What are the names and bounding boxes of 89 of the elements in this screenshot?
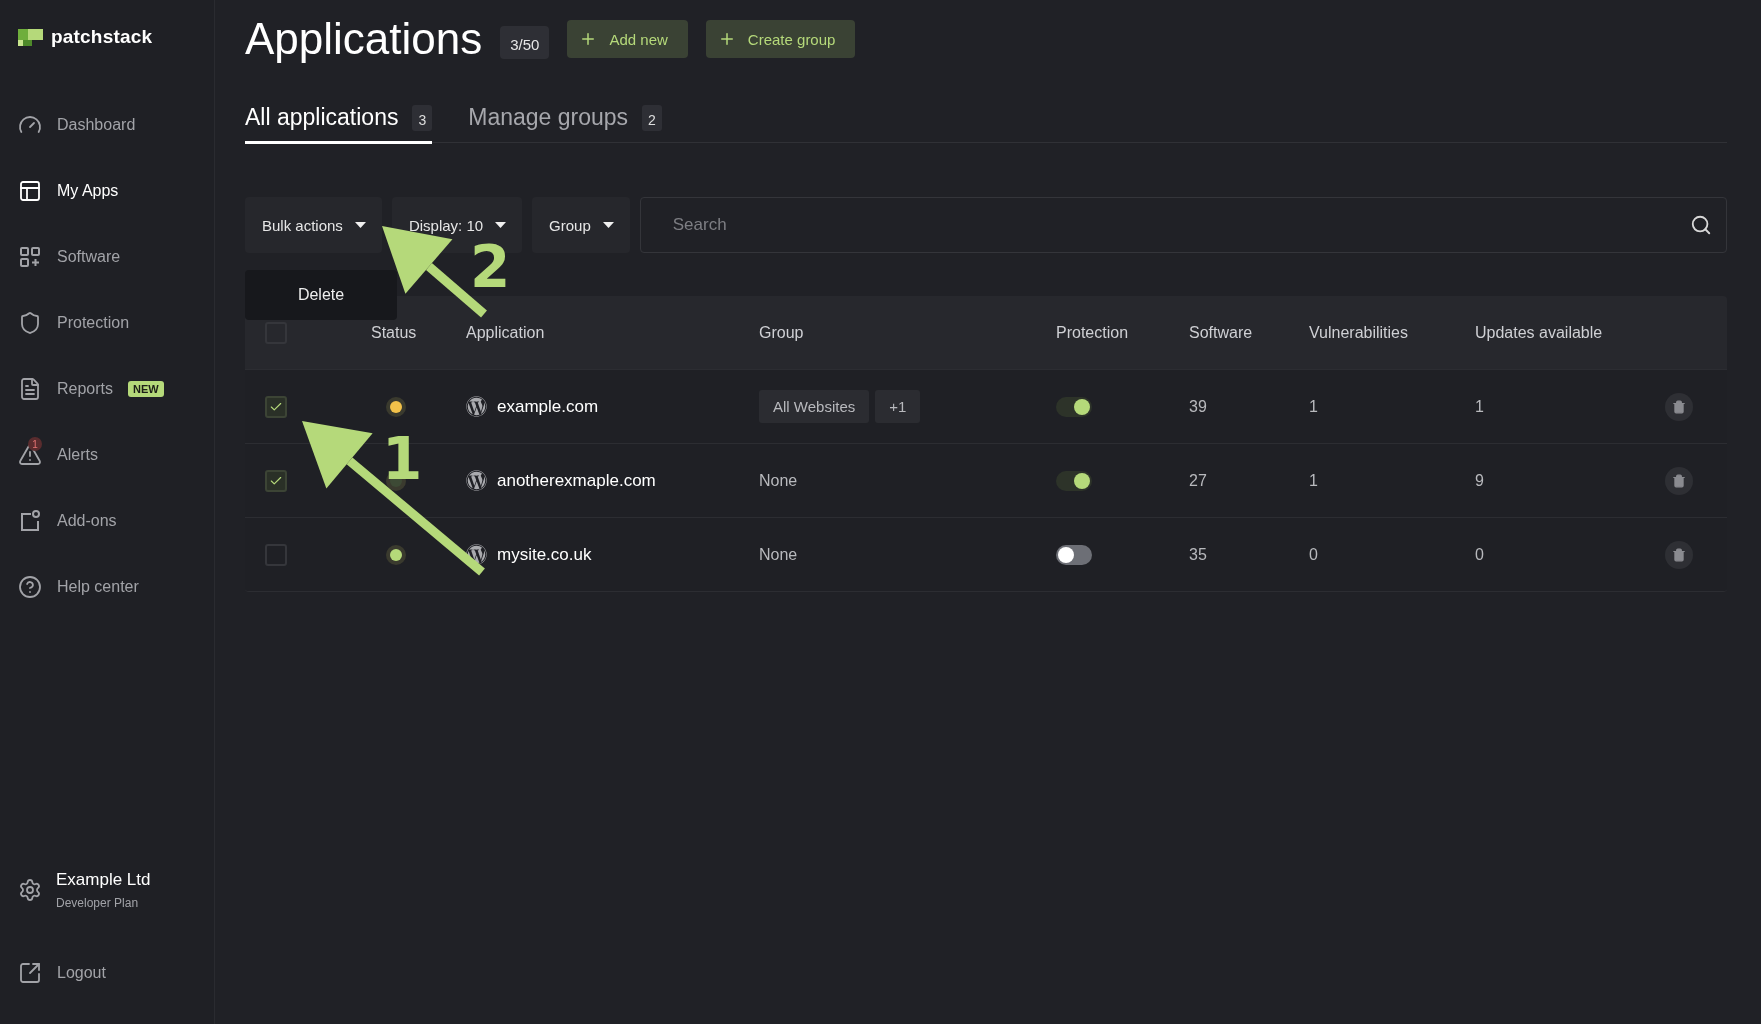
caret-icon (495, 222, 507, 228)
add-button[interactable]: Create group (705, 20, 856, 58)
search-field[interactable]: Search (670, 214, 1690, 236)
column-header: Protection (1056, 323, 1130, 342)
sidebar-item[interactable]: Reports NEW (18, 356, 214, 422)
delete-button[interactable] (1665, 540, 1693, 569)
sidebar-label: Protection (57, 314, 130, 332)
search-bar[interactable]: Search (639, 197, 1727, 253)
group-cell-text: None (759, 545, 799, 564)
protection-toggle[interactable] (1056, 396, 1092, 417)
tab-label: All applications (245, 104, 399, 131)
column-header: Updates available (1475, 323, 1604, 342)
application-name[interactable]: example.com (497, 396, 599, 417)
dropdown[interactable]: Bulk actions (245, 197, 382, 253)
layout-icon (18, 179, 42, 203)
w-logo-icon (466, 396, 487, 417)
app-quota: 3/50 (500, 25, 550, 59)
annotation-number: 1 (382, 430, 423, 488)
update-count: 0 (1475, 545, 1485, 564)
sidebar-item[interactable]: Software (18, 224, 214, 290)
sidebar-label: Alerts (57, 446, 98, 464)
account-plan: Developer Plan (56, 896, 140, 910)
shield-icon (18, 311, 42, 335)
sidebar-label: Add-ons (57, 512, 117, 530)
sidebar-item[interactable]: My Apps (18, 158, 214, 224)
add-button[interactable]: Add new (567, 20, 688, 58)
vulnerability-count: 0 (1309, 545, 1319, 564)
application-name[interactable]: anotherexmaple.com (497, 470, 656, 491)
caret-icon (602, 222, 614, 228)
sidebar-item[interactable]: 1 Alerts (18, 422, 214, 488)
group-tag: +1 (875, 390, 921, 423)
tab[interactable]: All applications 3 (245, 104, 433, 144)
logout-link[interactable]: Logout (18, 940, 214, 1006)
caret-icon (354, 222, 366, 228)
group-tag: All Websites (759, 390, 870, 423)
checkbox[interactable] (265, 395, 287, 418)
help-icon (18, 575, 42, 599)
page-title: Applications (245, 14, 483, 64)
w-logo-icon (466, 470, 487, 491)
trash-icon (1672, 473, 1686, 488)
sidebar-label: Software (57, 248, 121, 266)
column-header: Vulnerabilities (1309, 323, 1409, 342)
sidebar-label: Help center (57, 578, 139, 596)
group-cell-text: None (759, 471, 799, 490)
application-name[interactable]: mysite.co.uk (497, 544, 592, 565)
account-name: Example Ltd (56, 870, 151, 890)
alert-count: 1 (28, 437, 42, 451)
column-header: Application (466, 323, 546, 342)
trash-icon (1672, 547, 1686, 562)
tab-label: Manage groups (468, 104, 629, 131)
sidebar-label: Reports (57, 380, 114, 398)
checkbox[interactable] (265, 469, 287, 492)
software-count: 39 (1189, 397, 1208, 416)
update-count: 9 (1475, 471, 1485, 490)
document-icon (18, 377, 42, 401)
vulnerability-count: 1 (1309, 397, 1319, 416)
logo-text: patchstack (51, 26, 153, 48)
sidebar-item[interactable]: Dashboard (18, 92, 214, 158)
delete-button[interactable] (1665, 392, 1693, 421)
sidebar-item[interactable]: Protection (18, 290, 214, 356)
tab[interactable]: Manage groups 2 (468, 104, 662, 144)
w-logo-icon (466, 544, 487, 565)
trash-icon (1672, 399, 1686, 414)
vulnerability-count: 1 (1309, 471, 1319, 490)
update-count: 1 (1475, 397, 1485, 416)
settings-icon[interactable] (18, 878, 42, 902)
sidebar-label: Dashboard (57, 116, 136, 134)
software-count: 35 (1189, 545, 1208, 564)
sidebar-item[interactable]: Help center (18, 554, 214, 620)
logout-label: Logout (57, 964, 106, 982)
sidebar-item[interactable]: Add-ons (18, 488, 214, 554)
new-tag: NEW (128, 381, 164, 397)
grid-plus-icon (18, 245, 42, 269)
protection-toggle[interactable] (1056, 544, 1092, 565)
logo-icon (18, 28, 43, 46)
delete-button[interactable] (1665, 466, 1693, 495)
column-header: Software (1189, 323, 1254, 342)
tab-count: 3 (412, 104, 433, 131)
square-circle-icon (18, 509, 42, 533)
software-count: 27 (1189, 471, 1208, 490)
dropdown[interactable]: Group (532, 197, 630, 253)
search-icon[interactable] (1690, 214, 1712, 236)
menu-item[interactable]: Delete (297, 286, 345, 304)
sidebar-label: My Apps (57, 182, 119, 200)
column-header: Status (370, 323, 418, 342)
external-link-icon (18, 961, 42, 985)
tab-count: 2 (642, 104, 662, 131)
protection-toggle[interactable] (1056, 470, 1092, 491)
column-header: Group (759, 323, 805, 342)
